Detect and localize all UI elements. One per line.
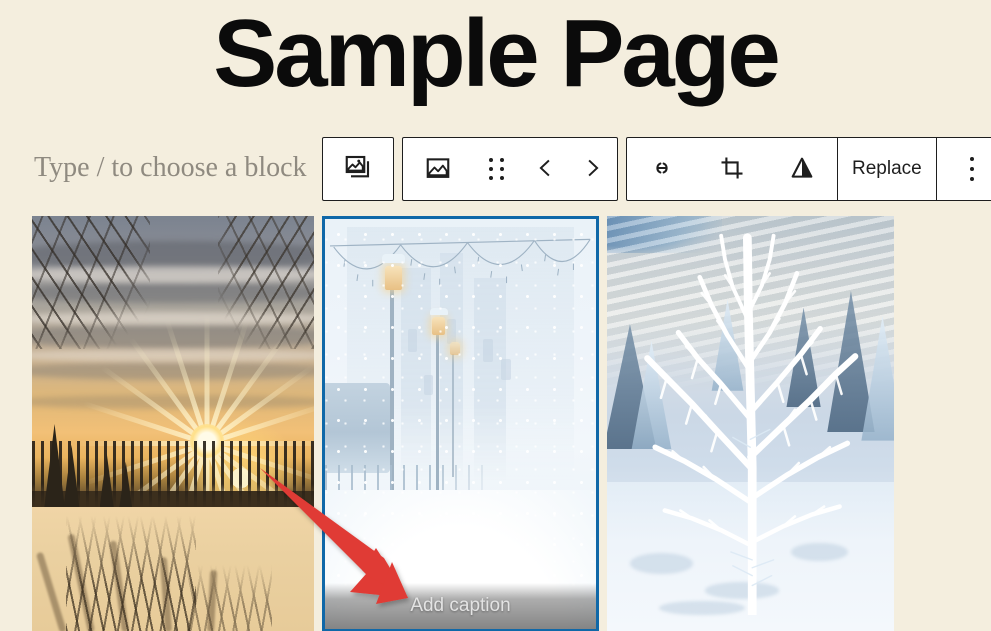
more-options-button[interactable] bbox=[937, 138, 991, 200]
gallery-block: Add caption bbox=[0, 216, 991, 631]
link-icon bbox=[648, 154, 676, 185]
toolbar-group-image-tools: Replace bbox=[626, 137, 991, 201]
more-vertical-icon bbox=[969, 156, 974, 182]
chevron-left-icon bbox=[534, 156, 556, 183]
duotone-filter-icon bbox=[788, 154, 816, 185]
insert-link-button[interactable] bbox=[627, 138, 697, 200]
caption-placeholder-text: Add caption bbox=[410, 595, 511, 616]
winter-sunset-frozen-lake-image bbox=[32, 216, 314, 631]
drag-dots-icon bbox=[489, 157, 505, 181]
select-parent-gallery-button[interactable] bbox=[323, 138, 393, 200]
gallery-icon bbox=[343, 153, 373, 186]
frost-covered-tree-image bbox=[607, 216, 894, 631]
block-type-image-button[interactable] bbox=[403, 138, 473, 200]
image-icon bbox=[424, 154, 452, 185]
editor-canvas: Sample Page Type / to choose a block Rep… bbox=[0, 0, 991, 631]
gallery-image-1[interactable] bbox=[32, 216, 314, 631]
snowy-street-lamps-image: Add caption bbox=[325, 219, 596, 629]
crop-button[interactable] bbox=[697, 138, 767, 200]
block-toolbar: Replace bbox=[322, 137, 991, 201]
duotone-filter-button[interactable] bbox=[767, 138, 837, 200]
crop-icon bbox=[718, 154, 746, 185]
page-title: Sample Page bbox=[213, 0, 781, 107]
gallery-image-3[interactable] bbox=[607, 216, 894, 631]
frost-tree-branches bbox=[624, 220, 877, 616]
replace-button[interactable]: Replace bbox=[838, 138, 936, 200]
chevron-right-icon bbox=[582, 156, 604, 183]
move-left-button[interactable] bbox=[521, 138, 569, 200]
toolbar-group-parent bbox=[322, 137, 394, 201]
move-right-button[interactable] bbox=[569, 138, 617, 200]
image-caption-field[interactable]: Add caption bbox=[325, 583, 596, 629]
drag-handle-button[interactable] bbox=[473, 138, 521, 200]
gallery-image-2-selected[interactable]: Add caption bbox=[322, 216, 599, 631]
block-placeholder-text: Type / to choose a block bbox=[34, 152, 307, 183]
toolbar-group-block bbox=[402, 137, 618, 201]
